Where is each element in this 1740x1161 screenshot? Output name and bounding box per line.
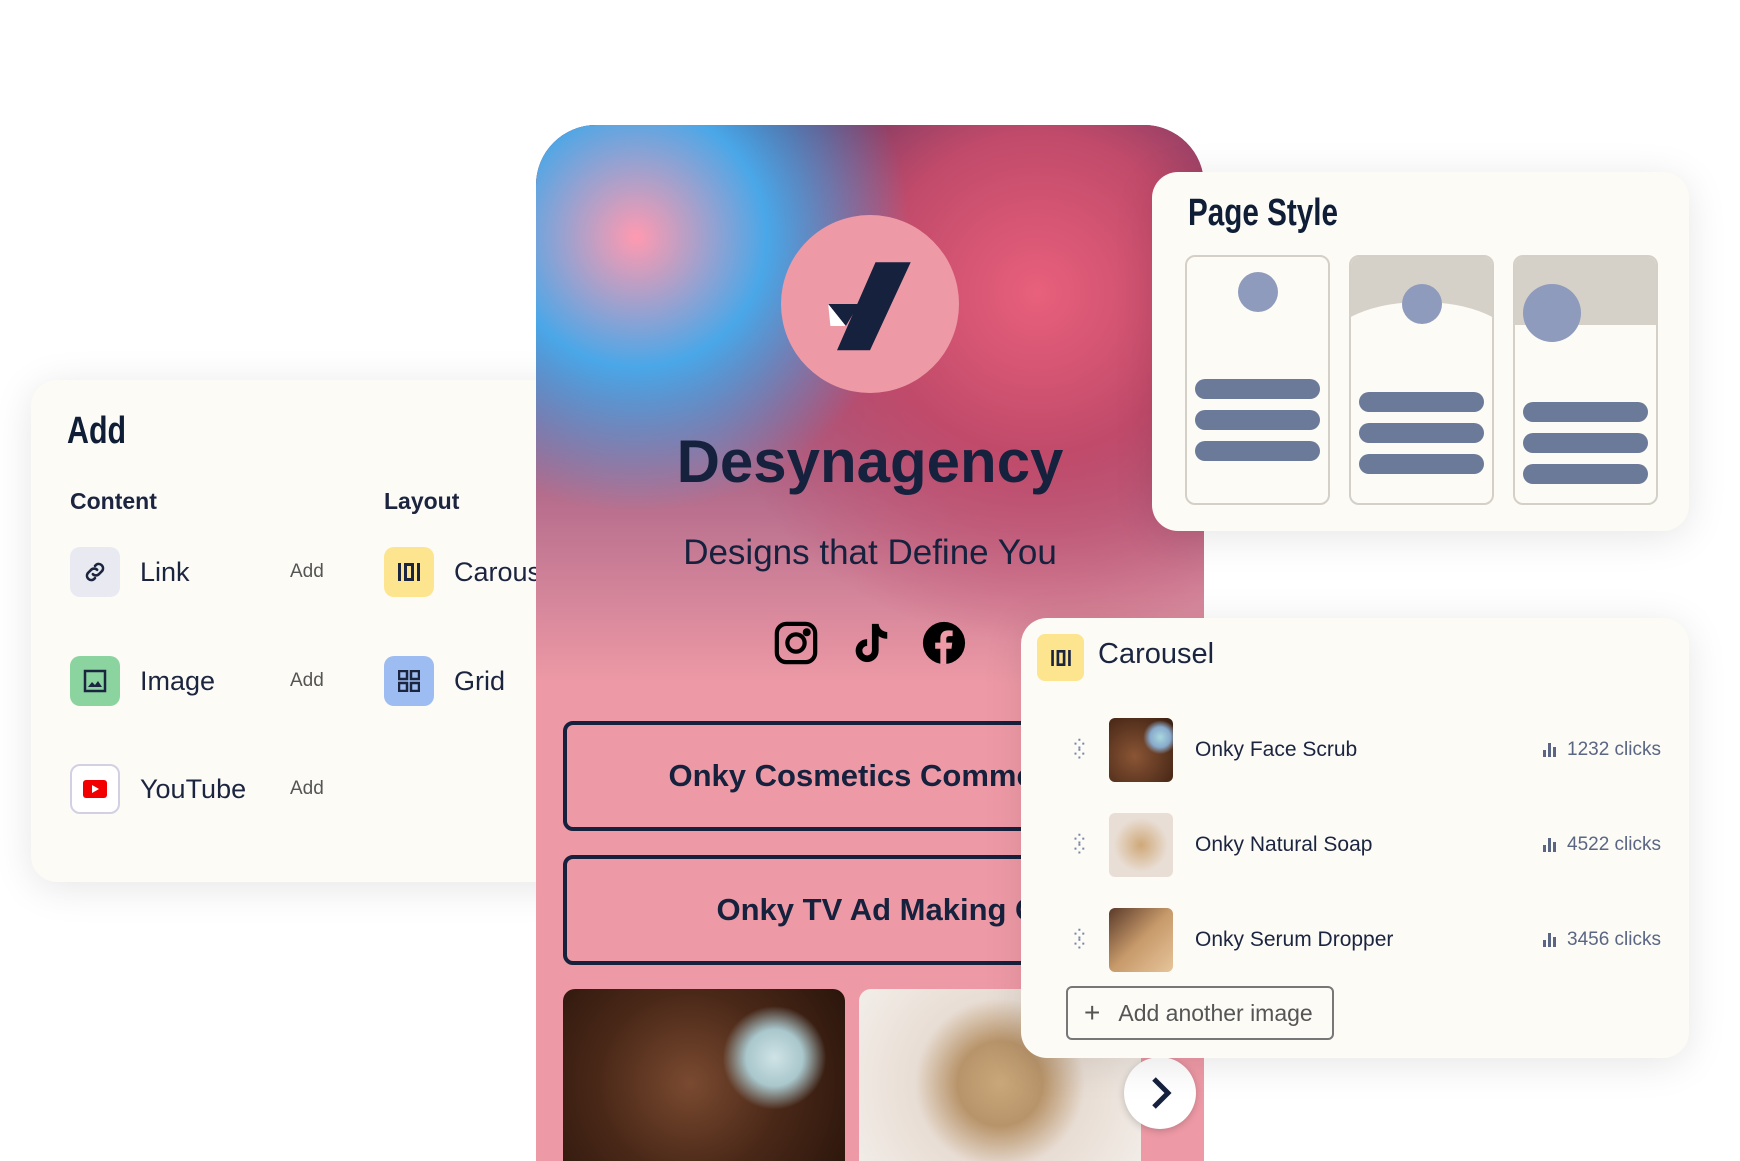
item-name: Onky Serum Dropper: [1195, 928, 1394, 951]
content-item-link[interactable]: Link Add: [70, 547, 324, 597]
page-style-panel: Page Style: [1152, 172, 1689, 531]
item-name: Onky Face Scrub: [1195, 738, 1358, 761]
add-panel-title: Add: [67, 410, 127, 452]
facebook-icon[interactable]: [921, 620, 967, 671]
bar-chart-icon: [1543, 933, 1556, 947]
style-option-banner[interactable]: [1513, 255, 1658, 505]
item-thumbnail: [1109, 813, 1173, 877]
drag-handle-icon[interactable]: ⁘ ⁘: [1071, 830, 1088, 860]
profile-tagline: Designs that Define You: [683, 533, 1057, 572]
style-option-curved-header[interactable]: [1349, 255, 1494, 505]
item-clicks: 3456 clicks: [1543, 929, 1661, 951]
add-image-label: Add another image: [1118, 999, 1313, 1026]
add-another-image-button[interactable]: + Add another image: [1066, 986, 1334, 1040]
add-image-button[interactable]: Add: [290, 670, 324, 692]
item-label: Link: [140, 556, 190, 587]
carousel-panel: Carousel ⁘ ⁘ Onky Face Scrub 1232 clicks …: [1021, 618, 1689, 1058]
brand-logo: [781, 215, 959, 393]
item-name: Onky Natural Soap: [1195, 833, 1373, 856]
content-item-youtube[interactable]: YouTube Add: [70, 764, 324, 814]
plus-icon: +: [1084, 997, 1101, 1028]
link-icon: [70, 547, 120, 597]
drag-handle-icon[interactable]: ⁘ ⁘: [1071, 925, 1088, 955]
content-heading: Content: [70, 488, 157, 514]
drag-handle-icon[interactable]: ⁘ ⁘: [1071, 735, 1088, 765]
carousel-icon: [1037, 634, 1084, 681]
tiktok-icon[interactable]: [847, 620, 893, 671]
carousel-icon: [384, 547, 434, 597]
youtube-icon: [70, 764, 120, 814]
profile-name: Desynagency: [676, 428, 1064, 495]
instagram-icon[interactable]: [773, 620, 819, 671]
layout-heading: Layout: [384, 488, 460, 514]
item-clicks: 4522 clicks: [1543, 834, 1661, 856]
carousel-item: ⁘ ⁘ Onky Natural Soap 4522 clicks: [1071, 812, 1661, 878]
image-icon: [70, 656, 120, 706]
carousel-title: Carousel: [1098, 638, 1215, 670]
add-link-button[interactable]: Add: [290, 561, 324, 583]
add-youtube-button[interactable]: Add: [290, 778, 324, 800]
content-item-image[interactable]: Image Add: [70, 656, 324, 706]
item-label: YouTube: [140, 773, 247, 804]
carousel-item: ⁘ ⁘ Onky Face Scrub 1232 clicks: [1071, 717, 1661, 783]
hero-photo: [536, 125, 1204, 685]
grid-icon: [384, 656, 434, 706]
add-panel: Add Content Layout Link Add Image Add Yo…: [31, 380, 591, 882]
item-thumbnail: [1109, 718, 1173, 782]
carousel-item: ⁘ ⁘ Onky Serum Dropper 3456 clicks: [1071, 907, 1661, 973]
item-thumbnail: [1109, 908, 1173, 972]
page-style-title: Page Style: [1188, 192, 1338, 234]
style-option-classic[interactable]: [1185, 255, 1330, 505]
bar-chart-icon: [1543, 838, 1556, 852]
item-label: Image: [140, 665, 216, 696]
item-clicks: 1232 clicks: [1543, 739, 1661, 761]
carousel-next-button[interactable]: [1124, 1057, 1196, 1129]
carousel-photo-face-scrub: [563, 989, 845, 1161]
bar-chart-icon: [1543, 743, 1556, 757]
